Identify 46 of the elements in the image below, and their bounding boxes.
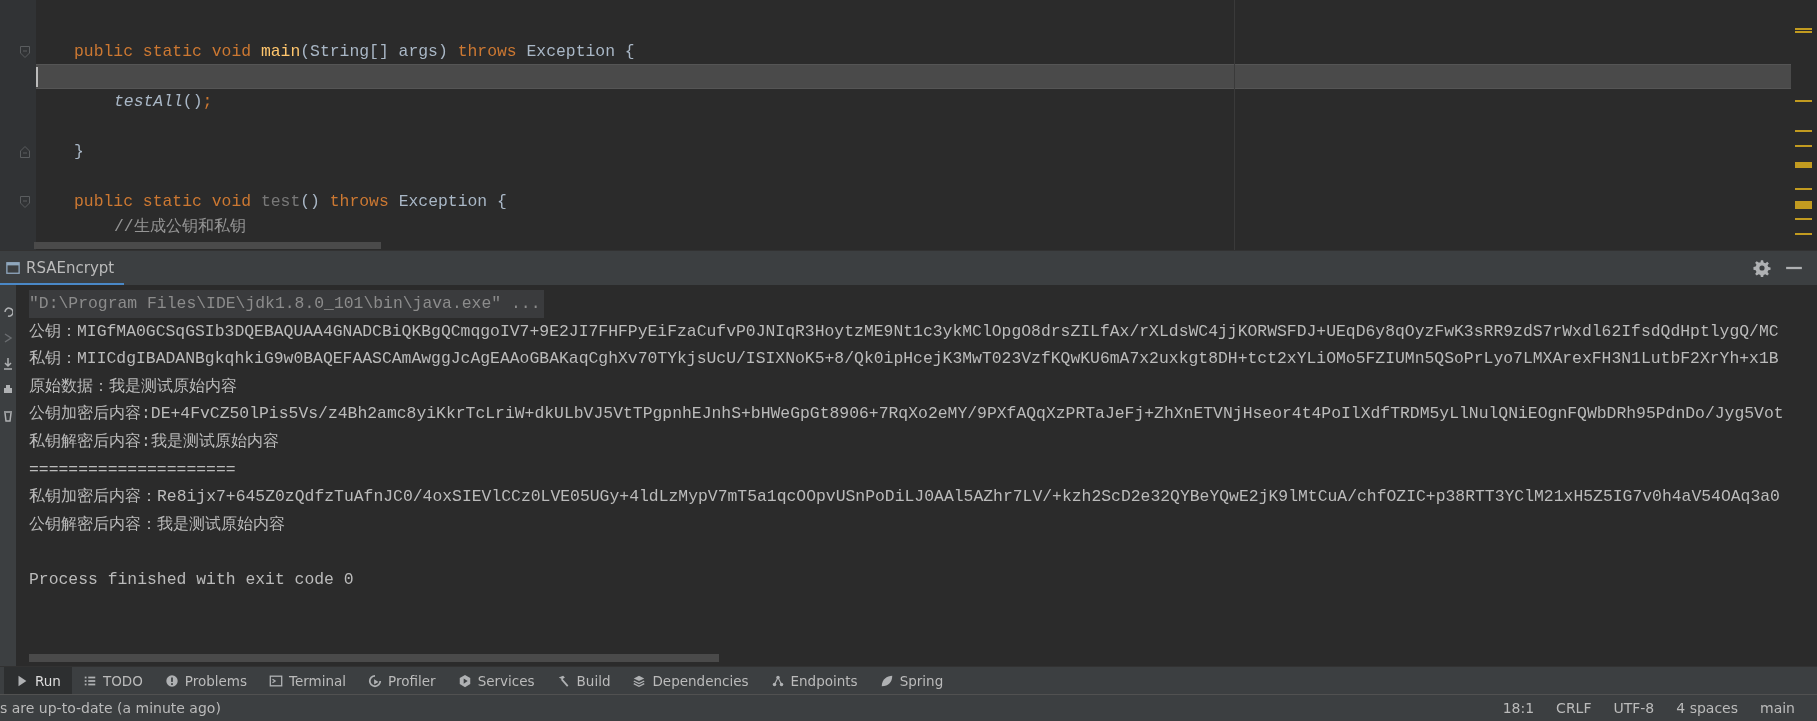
- settings-icon[interactable]: [1753, 259, 1771, 277]
- layers-icon: [632, 673, 647, 688]
- tool-window-tab[interactable]: TODO: [71, 667, 154, 694]
- text-caret: [36, 67, 38, 87]
- scrollbar[interactable]: [29, 654, 719, 662]
- console-line: 私钥解密后内容:我是测试原始内容: [29, 430, 279, 453]
- console-line: 私钥：MIICdgIBADANBgkqhkiG9w0BAQEFAASCAmAwggJcAgEAAoGBAKaqCghXv70TYkjsUcU/ISIXNoK5+8/Qk0ipHcejK3MwT023VzfKQwKU6mA7x2uxkgt8DH+tct2xYLiOMo5FZIUMn5QSoPrLyo7LMXArexFH3N1LutbF2XrYh+x1B: [29, 348, 1779, 371]
- code-line: //生成公钥和私钥: [114, 215, 246, 238]
- scroll-to-end-icon[interactable]: [3, 357, 13, 371]
- status-item[interactable]: main: [1760, 700, 1795, 716]
- console-line: 公钥加密后内容:DE+4FvCZ50lPis5Vs/z4Bh2amc8yiKkrTcLriW+dkULbVJ5VtTPgpnhEJnhS+bHWeGpGt8906+7RqXo2eMY/9PXfAQqXzPRTaJeFj+ZhXnETVNjHseor4t4PoIlXdfTRDM5yLlNulQNiEOgnFQWbDRh95PdnDo/Jyg5Vot: [29, 403, 1784, 426]
- services-icon: [457, 673, 472, 688]
- tool-window-tab[interactable]: Services: [446, 667, 546, 694]
- console-line: 私钥加密后内容：Re8ijx7+645Z0zQdfzTuAfnJC0/4oxSIEVlCCz0LVE05UGy+4ldLzMypV7mT5a1qcOOpvUSnPoDiLJ0AAl5AZhr7LV/+kzh2ScD2e32QYBeYQwE2jK9lMtCuA/chfOZIC+p38RTT3YClM21xH5Z5IG7v0h4aV54OAq3a0: [29, 486, 1780, 509]
- status-message: s are up-to-date (a minute ago): [0, 700, 222, 716]
- terminal-icon: [269, 673, 284, 688]
- tool-window-tab[interactable]: Profiler: [357, 667, 447, 694]
- console-line: Process finished with exit code 0: [29, 568, 354, 591]
- tool-window-tab[interactable]: Build: [545, 667, 622, 694]
- status-item[interactable]: UTF-8: [1613, 700, 1655, 716]
- tool-window-tab[interactable]: Problems: [153, 667, 259, 694]
- rerun-icon[interactable]: [3, 305, 13, 319]
- tool-window-tab[interactable]: Terminal: [258, 667, 358, 694]
- window-icon: [6, 261, 20, 275]
- tool-window-tab[interactable]: Spring: [868, 667, 955, 694]
- status-item[interactable]: 4 spaces: [1676, 700, 1738, 716]
- hammer-icon: [556, 673, 571, 688]
- code-line: public static void test() throws Exception {: [74, 190, 507, 213]
- status-item[interactable]: 18:1: [1502, 700, 1535, 716]
- exclamation-icon: [164, 673, 179, 688]
- scrollbar[interactable]: [34, 242, 381, 249]
- console-line: 公钥：MIGfMA0GCSqGSIb3DQEBAQUAA4GNADCBiQKBgQCmqgoIV7+9E2JI7FHFPyEiFzaCufvP0JNIqR3HoytzME9Nt1c3ykMClOpgO8drsZILfAx/rXLdsWC4jjKORWSFDJ+UEqD6y8qOyzFwK3sRR9zdS7rWxdl62IfsdQdHptlygQ/MC: [29, 320, 1779, 343]
- tool-window-tab[interactable]: Run: [4, 667, 72, 694]
- console-line: =====================: [29, 458, 236, 481]
- console-line: 原始数据：我是测试原始内容: [29, 375, 237, 398]
- status-item[interactable]: CRLF: [1556, 700, 1592, 716]
- tool-window-tab[interactable]: Endpoints: [759, 667, 869, 694]
- console-line: 公钥解密后内容：我是测试原始内容: [29, 513, 285, 536]
- endpoints-icon: [770, 673, 785, 688]
- tool-window-tab[interactable]: Dependencies: [621, 667, 760, 694]
- leaf-icon: [879, 673, 894, 688]
- trash-icon[interactable]: [3, 409, 13, 423]
- code-line: testAll();: [114, 90, 213, 113]
- code-line: public static void main(String[] args) throws Exception {: [74, 40, 635, 63]
- code-line: }: [74, 140, 84, 163]
- profiler-icon: [368, 673, 383, 688]
